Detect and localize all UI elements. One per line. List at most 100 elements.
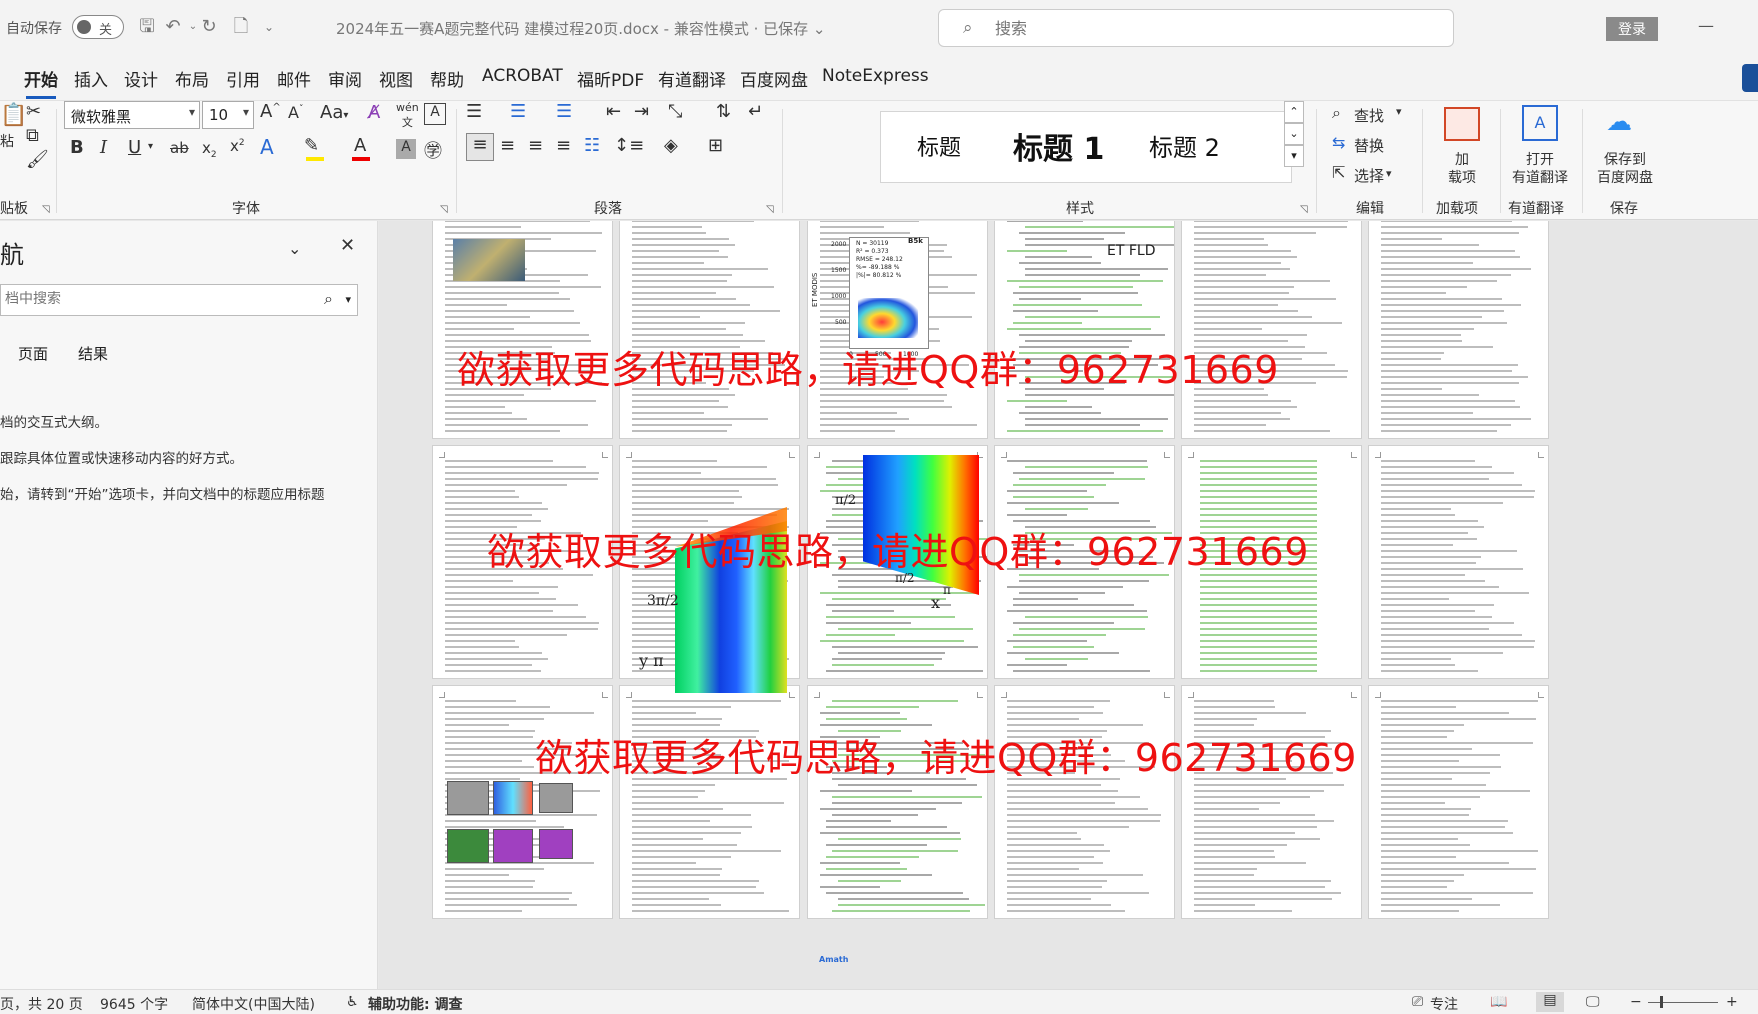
page-thumbnail[interactable] — [1368, 685, 1549, 919]
phonetic-guide-icon[interactable]: wén 文 — [396, 101, 419, 130]
bullets-icon[interactable]: ☰ — [466, 101, 482, 122]
autosave-toggle[interactable]: 关 — [72, 15, 124, 39]
tab-foxit-pdf[interactable]: 福昕PDF — [577, 66, 644, 91]
share-button-edge[interactable] — [1742, 64, 1758, 92]
character-border-icon[interactable]: A — [424, 103, 446, 125]
youdao-translate-icon[interactable]: A — [1522, 105, 1558, 141]
borders-icon[interactable]: ⊞ — [708, 135, 723, 156]
zoom-in-icon[interactable]: + — [1726, 994, 1738, 1010]
multilevel-list-icon[interactable]: ☰ — [556, 101, 572, 122]
nav-tab-pages[interactable]: 页面 — [18, 343, 48, 364]
align-right-icon[interactable]: ≡ — [528, 135, 543, 156]
tab-design[interactable]: 设计 — [124, 66, 158, 91]
search-input[interactable] — [995, 17, 1415, 39]
word-count[interactable]: 9645 个字 — [100, 994, 168, 1014]
distributed-icon[interactable]: ☷ — [584, 135, 600, 156]
focus-icon[interactable]: ⎚ — [1412, 994, 1423, 1010]
page-thumbnail[interactable] — [1368, 445, 1549, 679]
font-launcher-icon[interactable]: ◹ — [440, 204, 448, 215]
baidu-label-1[interactable]: 保存到 — [1588, 149, 1662, 169]
page-thumbnail[interactable] — [994, 685, 1175, 919]
zoom-slider-thumb[interactable] — [1660, 996, 1663, 1008]
replace-label[interactable]: 替换 — [1354, 135, 1384, 156]
grow-font-icon[interactable]: A^ — [260, 101, 281, 122]
focus-mode[interactable]: 专注 — [1430, 994, 1458, 1014]
document-title[interactable]: 2024年五一赛A题完整代码 建模过程20页.docx - 兼容性模式 · 已保… — [336, 18, 825, 39]
underline-dropdown-icon[interactable]: ▾ — [148, 141, 153, 152]
page-thumbnail[interactable] — [619, 221, 800, 439]
style-heading-2[interactable]: 标题 2 — [1149, 128, 1220, 163]
close-icon[interactable]: ✕ — [340, 235, 355, 256]
enclose-characters-icon[interactable]: ㊫ — [424, 137, 442, 163]
align-center-icon[interactable]: ≡ — [500, 135, 515, 156]
select-label[interactable]: 选择 — [1354, 165, 1384, 186]
font-color-icon[interactable]: A — [354, 135, 366, 156]
line-spacing-icon[interactable]: ↕≡ — [614, 135, 644, 156]
change-case-icon[interactable]: Aa▾ — [320, 102, 348, 123]
language[interactable]: 简体中文(中国大陆) — [192, 994, 315, 1014]
login-button[interactable]: 登录 — [1606, 17, 1658, 41]
underline-icon[interactable]: U — [128, 137, 141, 158]
web-layout-icon[interactable]: 🖵 — [1586, 994, 1600, 1010]
page-thumbnail[interactable] — [1368, 221, 1549, 439]
nav-tab-results[interactable]: 结果 — [78, 343, 108, 364]
show-marks-icon[interactable]: ↵ — [748, 101, 763, 122]
font-name-combo[interactable]: 微软雅黑 ▾ — [64, 101, 200, 129]
tab-baidu-netdisk[interactable]: 百度网盘 — [740, 66, 808, 91]
text-direction-icon[interactable]: ⤡ — [668, 101, 682, 122]
tab-layout[interactable]: 布局 — [175, 66, 209, 91]
increase-indent-icon[interactable]: ⇥ — [634, 101, 649, 122]
addins-label-2[interactable]: 载项 — [1432, 167, 1492, 187]
minimize-icon[interactable]: — — [1694, 16, 1718, 36]
tab-insert[interactable]: 插入 — [74, 66, 108, 91]
page-thumbnail[interactable] — [1181, 685, 1362, 919]
youdao-label-2[interactable]: 有道翻译 — [1500, 167, 1580, 187]
redo-icon[interactable]: ↻ — [196, 14, 222, 40]
tab-home[interactable]: 开始 — [24, 66, 58, 99]
baidu-label-2[interactable]: 百度网盘 — [1588, 167, 1662, 187]
paragraph-launcher-icon[interactable]: ◹ — [766, 204, 774, 215]
youdao-label-1[interactable]: 打开 — [1506, 149, 1574, 169]
shading-icon[interactable]: ◈ — [664, 135, 678, 156]
tab-view[interactable]: 视图 — [379, 66, 413, 91]
find-icon[interactable]: ⌕ — [1332, 103, 1341, 123]
italic-icon[interactable]: I — [100, 137, 107, 158]
style-heading-1[interactable]: 标题 1 — [1013, 124, 1104, 168]
subscript-icon[interactable]: x2 — [202, 139, 217, 160]
sort-icon[interactable]: ⇅ — [716, 101, 731, 122]
shrink-font-icon[interactable]: Aˇ — [288, 103, 303, 122]
addins-icon[interactable] — [1444, 107, 1480, 141]
page-thumbnail[interactable] — [807, 685, 988, 919]
superscript-icon[interactable]: x2 — [230, 137, 245, 155]
clear-formatting-icon[interactable]: A̸ — [368, 102, 380, 123]
document-area[interactable]: N = 30119 R² = 0.373 RMSE = 248.12 %= -8… — [379, 221, 1758, 989]
find-dropdown-icon[interactable]: ▾ — [1396, 105, 1402, 118]
styles-launcher-icon[interactable]: ◹ — [1300, 204, 1308, 215]
justify-icon[interactable]: ≡ — [556, 135, 571, 156]
bold-icon[interactable]: B — [70, 137, 84, 158]
select-icon[interactable]: ⇱ — [1332, 163, 1345, 182]
page-thumbnail[interactable] — [619, 685, 800, 919]
zoom-out-icon[interactable]: − — [1630, 994, 1642, 1010]
tab-references[interactable]: 引用 — [226, 66, 260, 91]
tab-help[interactable]: 帮助 — [430, 66, 464, 91]
copy-icon[interactable]: ⧉ — [26, 125, 39, 146]
customize-qat-icon[interactable]: ⌄ — [256, 14, 282, 40]
nav-search-input[interactable] — [5, 291, 305, 307]
tab-review[interactable]: 审阅 — [328, 66, 362, 91]
search-icon[interactable]: ⌕ — [324, 289, 333, 309]
nav-search-box[interactable]: ⌕ ▾ — [0, 284, 358, 316]
format-painter-icon[interactable]: 🖌 — [26, 149, 49, 170]
numbering-icon[interactable]: ☰ — [510, 101, 526, 122]
select-dropdown-icon[interactable]: ▾ — [1386, 167, 1392, 180]
addins-label-1[interactable]: 加 — [1432, 149, 1492, 169]
nav-options-icon[interactable]: ⌄ — [288, 239, 301, 258]
cut-icon[interactable]: ✂ — [26, 101, 41, 122]
search-box[interactable]: ⌕ — [938, 9, 1454, 47]
align-left-icon[interactable]: ≡ — [466, 133, 494, 161]
zoom-slider[interactable] — [1648, 1002, 1718, 1003]
clipboard-launcher-icon[interactable]: ◹ — [42, 204, 50, 215]
highlight-icon[interactable]: ✎ — [304, 135, 319, 156]
tab-acrobat[interactable]: ACROBAT — [482, 66, 563, 86]
paste-label[interactable]: 粘 — [0, 131, 14, 151]
